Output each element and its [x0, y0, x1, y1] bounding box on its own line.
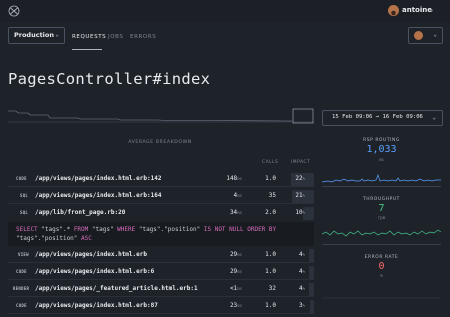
tab-errors[interactable]: ERRORS	[130, 34, 156, 40]
app-logo-icon[interactable]	[8, 5, 20, 17]
breakdown-row[interactable]: VIEW /app/views/pages/index.html.erb 29m…	[8, 249, 314, 262]
impact-column-header: IMPACT	[291, 160, 311, 165]
environment-label: Production	[14, 31, 54, 39]
throughput-unit: rpm	[377, 215, 386, 220]
error-rate-value: 0	[378, 261, 385, 272]
top-bar	[0, 0, 450, 22]
row-calls: 2.0	[265, 209, 276, 216]
error-rate-label: ERROR RATE	[364, 255, 399, 260]
row-impact: 4%	[298, 285, 305, 292]
calls-column-header: CALLS	[262, 160, 279, 165]
row-path: /app/views/pages/index.html.erb:87	[35, 302, 158, 309]
row-tag: CODE	[16, 269, 27, 274]
chevron-down-icon: ⌄	[55, 31, 59, 38]
row-calls: 1.0	[265, 268, 276, 275]
impact-bar	[309, 266, 314, 279]
metric-divider	[322, 186, 441, 187]
row-calls: 32	[268, 285, 276, 292]
rsp-routing-unit: ms	[379, 157, 384, 162]
row-time: 23ms	[229, 302, 242, 309]
tab-jobs[interactable]: JOBS	[108, 34, 124, 40]
row-impact: 22%	[295, 175, 305, 182]
row-path: /app/views/pages/index.html.erb:142	[35, 175, 162, 182]
row-time: <1ms	[229, 285, 242, 292]
row-time: 34ms	[229, 209, 242, 216]
row-impact: 4%	[298, 268, 305, 275]
impact-bar	[310, 300, 314, 313]
rsp-routing-label: RSP ROUTING	[363, 138, 400, 143]
row-divider	[8, 262, 314, 263]
row-calls: 35	[268, 192, 276, 199]
date-range-label: 15 Feb 09:06 → 16 Feb 09:06	[332, 114, 423, 120]
row-tag: SQL	[20, 210, 29, 215]
row-divider	[8, 203, 314, 204]
row-time: 29ms	[229, 268, 242, 275]
breakdown-title: AVERAGE BREAKDOWN	[128, 140, 192, 145]
app-avatar-icon	[414, 31, 423, 40]
row-impact: 21%	[295, 192, 305, 199]
row-path: /app/lib/front_page.rb:20	[35, 209, 126, 216]
breakdown-row[interactable]: CODE /app/views/pages/index.html.erb:87 …	[8, 300, 314, 313]
app-select[interactable]: ⌄	[408, 27, 443, 44]
row-tag: VIEW	[18, 252, 29, 257]
row-tag: RENDER	[13, 286, 30, 291]
error-rate-sparkline[interactable]	[322, 288, 441, 308]
user-avatar[interactable]	[388, 5, 399, 16]
throughput-sparkline[interactable]	[322, 222, 441, 242]
rsp-routing-value: 1,033	[366, 144, 397, 155]
row-time: 29ms	[229, 251, 242, 258]
breakdown-row[interactable]: SQL /app/views/pages/index.html.erb:164 …	[8, 190, 314, 203]
chevron-down-icon[interactable]: ⌄	[430, 6, 434, 13]
rsp-routing-sparkline[interactable]	[322, 165, 441, 185]
row-path: /app/views/pages/_featured_article.html.…	[35, 285, 198, 292]
row-divider	[8, 279, 314, 280]
date-range-select[interactable]: 15 Feb 09:06 → 16 Feb 09:06 ⌄	[322, 110, 443, 126]
row-divider	[8, 296, 314, 297]
row-path: /app/views/pages/index.html.erb	[35, 251, 147, 258]
row-calls: 1.0	[265, 251, 276, 258]
row-path: /app/views/pages/index.html.erb:164	[35, 192, 162, 199]
impact-bar	[309, 283, 314, 296]
row-impact: 10%	[295, 209, 305, 216]
active-tab-indicator	[72, 49, 102, 50]
user-name[interactable]: antoine	[402, 6, 432, 14]
sql-query-text: SELECT "tags".* FROM "tags" WHERE "tags"…	[16, 226, 277, 242]
row-time: 4ms	[233, 192, 242, 199]
metric-divider	[322, 244, 441, 245]
timeline-chart[interactable]	[8, 105, 314, 125]
chevron-down-icon: ⌄	[432, 114, 436, 121]
row-tag: CODE	[16, 303, 27, 308]
throughput-value: 7	[378, 203, 385, 214]
error-rate-unit: %	[380, 273, 383, 278]
row-calls: 1.0	[265, 175, 276, 182]
environment-select[interactable]: Production ⌄	[8, 27, 65, 44]
row-divider	[8, 313, 314, 314]
impact-bar	[309, 249, 314, 262]
row-time: 148ms	[226, 175, 242, 182]
chevron-down-icon: ⌄	[433, 31, 437, 38]
page-title: PagesController#index	[8, 70, 211, 88]
row-tag: CODE	[16, 176, 27, 181]
row-divider	[8, 186, 314, 187]
tab-requests[interactable]: REQUESTS	[72, 34, 106, 40]
row-impact: 3%	[298, 302, 305, 309]
breakdown-row[interactable]: RENDER /app/views/pages/_featured_articl…	[8, 283, 314, 296]
sql-query-panel: SELECT "tags".* FROM "tags" WHERE "tags"…	[8, 222, 314, 246]
breakdown-row[interactable]: CODE /app/views/pages/index.html.erb:142…	[8, 173, 314, 186]
breakdown-row[interactable]: CODE /app/views/pages/index.html.erb:6 2…	[8, 266, 314, 279]
throughput-label: THROUGHPUT	[363, 197, 400, 202]
breakdown-row[interactable]: SQL /app/lib/front_page.rb:20 34ms 2.0 1…	[8, 207, 314, 220]
row-calls: 1.0	[265, 302, 276, 309]
row-tag: SQL	[20, 193, 29, 198]
row-path: /app/views/pages/index.html.erb:6	[35, 268, 155, 275]
row-impact: 4%	[298, 251, 305, 258]
